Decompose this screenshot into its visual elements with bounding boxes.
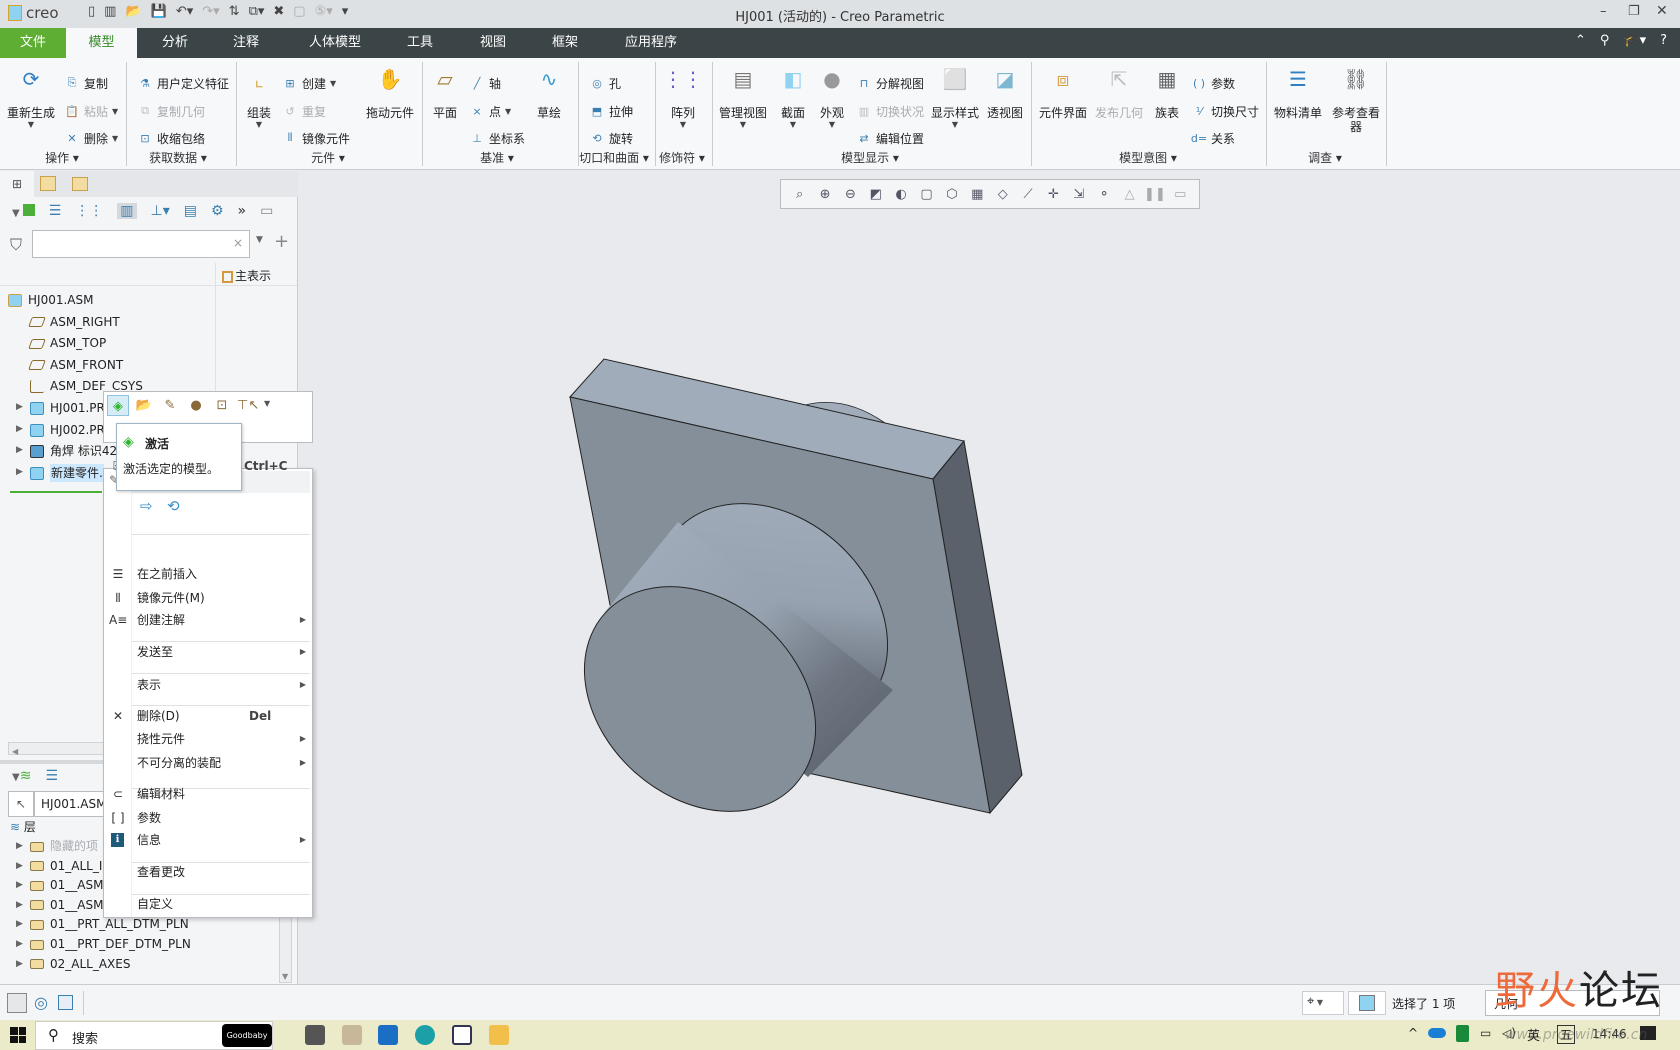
- submenu-arrow-icon: ▶: [299, 615, 306, 624]
- creo-taskbar-icon[interactable]: [452, 1025, 472, 1045]
- select-icon[interactable]: ⊤↖: [237, 395, 259, 416]
- tooltip-text: 激活选定的模型。: [123, 462, 220, 476]
- activate-icon[interactable]: ◈: [107, 395, 129, 416]
- annotation-icon: A≡: [109, 613, 128, 627]
- taskbar-search-placeholder: 搜索: [72, 1032, 99, 1047]
- fullscreen-icon[interactable]: [58, 995, 73, 1010]
- submenu-arrow-icon: ▶: [299, 680, 306, 689]
- toggle-navigator-icon[interactable]: [7, 993, 27, 1013]
- menu-item[interactable]: A≡ 创建注解 ▶: [104, 609, 312, 631]
- menu-item-label: 删除(D): [137, 709, 180, 723]
- menu-item-label: 自定义: [137, 897, 174, 911]
- menu-item[interactable]: 不可分离的装配 ▶: [104, 752, 312, 774]
- selection-filter[interactable]: 几何: [1485, 990, 1660, 1016]
- replace-icon[interactable]: ⟲: [167, 497, 180, 515]
- menu-item-label: 参数: [137, 811, 162, 825]
- menu-item-label: 信息: [137, 833, 162, 847]
- menu-item-label: 不可分离的装配: [137, 756, 222, 770]
- menu-item-label: 表示: [137, 678, 162, 692]
- outlook-icon[interactable]: [378, 1025, 398, 1045]
- appearance-icon[interactable]: ●: [185, 395, 207, 416]
- tooltip-title: 激活: [145, 437, 170, 451]
- selection-filter-value: 几何: [1494, 997, 1519, 1011]
- open-icon[interactable]: 📂: [133, 395, 155, 416]
- activate-icon: ◈: [123, 434, 134, 450]
- notification-icon[interactable]: [1640, 1026, 1656, 1040]
- menu-item[interactable]: 表示 ▶: [104, 674, 312, 696]
- menu-item[interactable]: ⊂ 编辑材料: [104, 783, 312, 805]
- menu-shortcut: Ctrl+C: [244, 459, 288, 473]
- submenu-arrow-icon: ▶: [299, 647, 306, 656]
- menu-item-label: 创建注解: [137, 613, 186, 627]
- menu-shortcut: Del: [249, 709, 272, 723]
- tooltip: ◈ 激活 激活选定的模型。: [116, 423, 242, 491]
- search-icon: ⚲: [48, 1026, 59, 1044]
- taskbar: ⚲ 搜索 Goodbaby ^ ▭ ◁) 英 五 14:46: [0, 1020, 1680, 1050]
- mini-toolbar-menu-icon[interactable]: ▼: [264, 399, 270, 408]
- menu-item[interactable]: 发送至 ▶: [104, 641, 312, 663]
- onedrive-icon[interactable]: [1428, 1028, 1446, 1038]
- selection-status: 选择了 1 项: [1392, 997, 1456, 1011]
- submenu-arrow-icon: ▶: [299, 734, 306, 743]
- clock[interactable]: 14:46: [1592, 1027, 1627, 1041]
- ime-mode-icon[interactable]: 五: [1557, 1025, 1576, 1044]
- edge-icon[interactable]: [415, 1025, 435, 1045]
- windows-start-icon[interactable]: [10, 1027, 26, 1043]
- paint-icon[interactable]: [342, 1025, 362, 1045]
- menu-item[interactable]: ⫴ 镜像元件(M): [104, 587, 312, 609]
- show-hidden-icons[interactable]: ^: [1408, 1026, 1418, 1040]
- menu-item-label: 编辑材料: [137, 787, 186, 801]
- menu-separator: [132, 534, 310, 535]
- context-menu: ✎⇨⟲⎘复制(C)Ctrl+C☰在之前插入⫴镜像元件(M)A≡创建注解▶发送至▶…: [103, 459, 313, 918]
- submenu-arrow-icon: ▶: [299, 835, 306, 844]
- edit-definition-icon[interactable]: ✎: [159, 395, 181, 416]
- selection-box-button[interactable]: [1348, 991, 1386, 1015]
- move-component-icon[interactable]: ⇨: [140, 497, 153, 515]
- parameters-icon: [ ]: [111, 811, 125, 825]
- file-explorer-icon[interactable]: [489, 1025, 509, 1045]
- menu-item-label: 发送至: [137, 645, 174, 659]
- taskbar-search[interactable]: ⚲ 搜索 Goodbaby: [35, 1021, 273, 1050]
- mirror-icon: ⫴: [115, 591, 121, 605]
- find-button[interactable]: ⌖ ▼: [1302, 991, 1344, 1015]
- menu-item[interactable]: 查看更改: [104, 861, 312, 883]
- ime-indicator[interactable]: 英: [1527, 1025, 1540, 1044]
- menu-item[interactable]: [ ] 参数: [104, 807, 312, 829]
- calculator-icon[interactable]: [305, 1025, 325, 1045]
- menu-item-label: 镜像元件(M): [137, 591, 205, 605]
- display-icon[interactable]: ⊡: [211, 395, 233, 416]
- insert-before-icon: ☰: [112, 567, 124, 581]
- menu-item[interactable]: 自定义: [104, 893, 312, 915]
- menu-item-label: 查看更改: [137, 865, 186, 879]
- menu-item-label: 在之前插入: [137, 567, 198, 581]
- status-bar: ◎ ⌖ ▼ 选择了 1 项 几何: [0, 984, 1680, 1020]
- submenu-arrow-icon: ▶: [299, 758, 306, 767]
- info-icon: ℹ: [111, 833, 124, 847]
- security-icon[interactable]: [1456, 1025, 1469, 1042]
- delete-icon: ✕: [112, 709, 124, 723]
- selected-items-icon: [1359, 995, 1375, 1011]
- menu-item[interactable]: ✕ 删除(D) Del: [104, 705, 312, 727]
- menu-item[interactable]: ℹ 信息 ▶: [104, 829, 312, 851]
- network-icon[interactable]: ▭: [1480, 1026, 1491, 1040]
- volume-icon[interactable]: ◁): [1502, 1026, 1516, 1040]
- menu-item[interactable]: ☰ 在之前插入: [104, 563, 312, 585]
- search-highlight-badge[interactable]: Goodbaby: [222, 1024, 272, 1047]
- browser-icon[interactable]: ◎: [34, 993, 48, 1012]
- material-icon: ⊂: [112, 787, 124, 801]
- menu-item-label: 挠性元件: [137, 732, 186, 746]
- menu-item[interactable]: 挠性元件 ▶: [104, 728, 312, 750]
